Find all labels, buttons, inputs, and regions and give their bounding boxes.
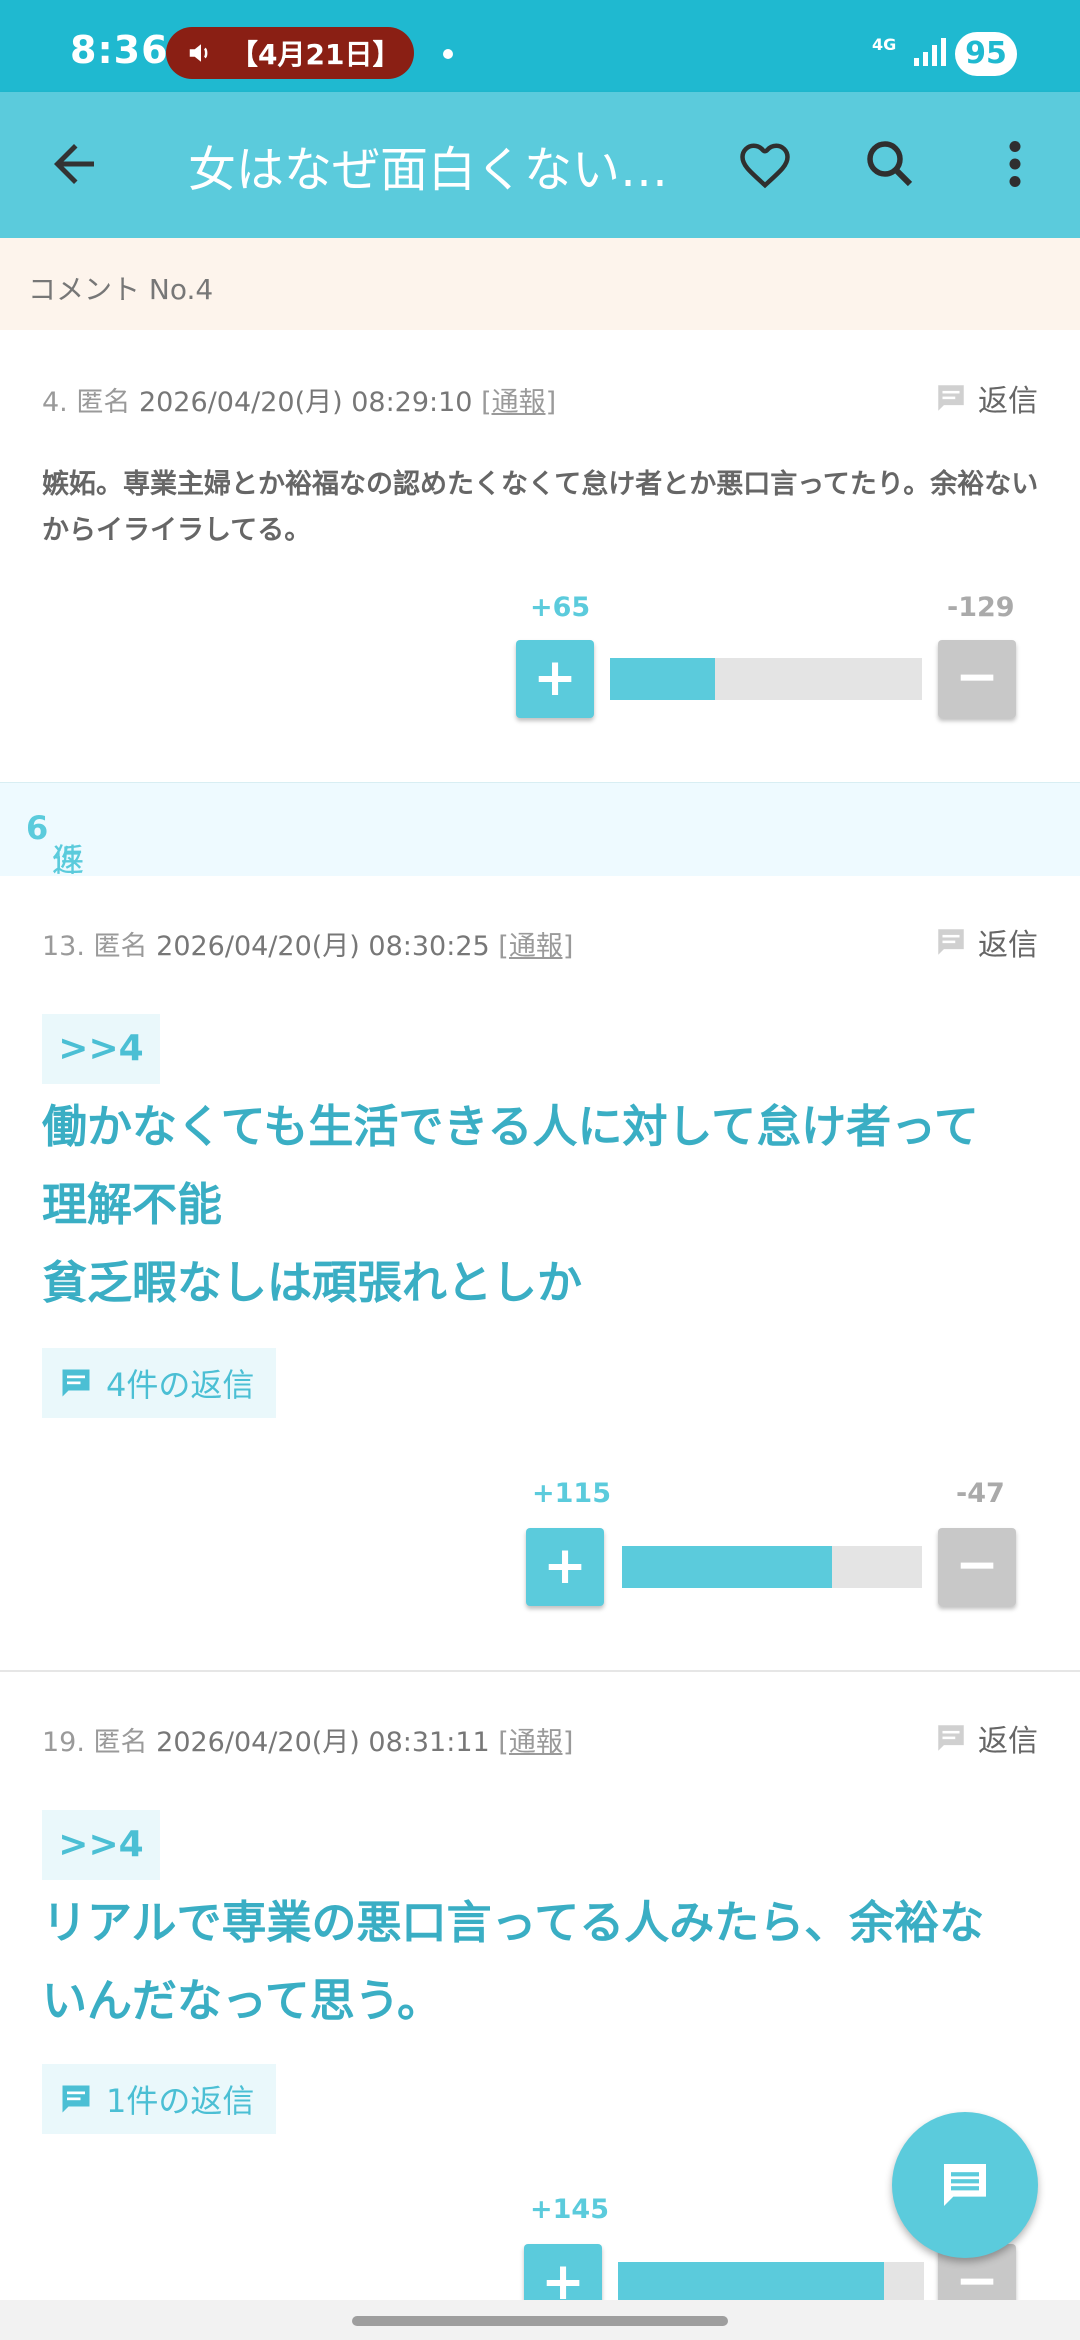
report-link[interactable]: [通報] <box>498 931 573 962</box>
app-bar: 女はなぜ面白くない… <box>0 92 1080 238</box>
comment-icon <box>62 2085 90 2113</box>
vote-ratio-bar <box>618 2262 924 2304</box>
heart-icon[interactable] <box>735 134 795 194</box>
home-handle[interactable] <box>352 2316 728 2326</box>
network-type: 4G <box>872 35 897 54</box>
comment-icon <box>944 2164 986 2206</box>
vote-ratio-bar <box>622 1546 922 1588</box>
comment-text: 嫉妬。専業主婦とか裕福なの認めたくなくて怠け者とか悪口言ってたり。余裕ないからイ… <box>42 469 1039 546</box>
reply-text: 働かなくても生活できる人に対して怠け者って 理解不能 貧乏暇なしは頑張れとしか <box>42 1088 1052 1322</box>
replies-header-text: 返信 6 件 <box>26 809 84 925</box>
reply-author: 匿名 <box>93 931 148 962</box>
reply-text-line: 貧乏暇なしは頑張れとしか <box>42 1256 583 1309</box>
vote-ratio-fill <box>610 658 715 700</box>
replies-count: 6 <box>26 809 49 847</box>
back-arrow-icon[interactable] <box>44 134 104 194</box>
report-link[interactable]: [通報] <box>481 387 556 418</box>
signal-icon <box>914 38 946 66</box>
minus-vote-button[interactable]: − <box>938 1528 1016 1606</box>
reply-datetime: 2026/04/20(月) 08:31:11 <box>156 1727 490 1758</box>
reply-number: 13. <box>42 931 85 962</box>
replies-unit: 件 <box>52 841 85 879</box>
reply-text-line: リアルで専業の悪口言ってる人みたら、余裕な <box>42 1896 985 1949</box>
reply-button-label: 返信 <box>978 1724 1038 1759</box>
speaker-icon <box>189 44 208 62</box>
reply-text-line: いんだなって思う。 <box>42 1974 443 2027</box>
pill-text: 【4月21日】 <box>230 38 401 71</box>
reply-button[interactable]: 返信 <box>934 1716 1038 1760</box>
minus-vote-button[interactable]: − <box>938 640 1016 718</box>
vote-ratio-fill <box>618 2262 885 2304</box>
reply-count-label: 1件の返信 <box>106 2082 255 2120</box>
reply-button-label: 返信 <box>978 384 1038 419</box>
comment-icon <box>62 1369 90 1397</box>
search-icon[interactable] <box>860 134 920 194</box>
reply-button[interactable]: 返信 <box>934 376 1038 420</box>
reply-count-button[interactable]: 4件の返信 <box>42 1348 277 1418</box>
comment-header: コメント No.4 <box>0 238 1080 330</box>
status-bar: 8:36 【4月21日】 4G 95 <box>0 0 1080 92</box>
comment-meta: 4. 匿名 2026/04/20(月) 08:29:10 [通報] <box>42 380 556 419</box>
comment-fab[interactable] <box>892 2112 1038 2258</box>
reply-meta: 19. 匿名 2026/04/20(月) 08:31:11 [通報] <box>42 1720 573 1759</box>
report-link[interactable]: [通報] <box>498 1727 573 1758</box>
media-pill[interactable]: 【4月21日】 <box>166 27 414 79</box>
more-vert-icon[interactable] <box>990 134 1040 194</box>
vote-ratio-fill <box>622 1546 832 1588</box>
anchor-link[interactable]: >>4 <box>42 1014 160 1084</box>
reply-datetime: 2026/04/20(月) 08:30:25 <box>156 931 490 962</box>
comment-author: 匿名 <box>76 387 131 418</box>
reply-button[interactable]: 返信 <box>934 920 1038 964</box>
plus-vote-button[interactable]: + <box>526 1528 604 1606</box>
reply-button-label: 返信 <box>978 928 1038 963</box>
comment-header-label: コメント No.4 <box>28 273 214 306</box>
status-time: 8:36 <box>70 28 169 72</box>
reply-card: 13. 匿名 2026/04/20(月) 08:30:25 [通報] 返信 >>… <box>0 876 1080 1670</box>
comment-icon <box>938 385 964 411</box>
replies-header: 返信 6 件 <box>0 782 1080 925</box>
comment-datetime: 2026/04/20(月) 08:29:10 <box>138 387 473 418</box>
plus-vote-button[interactable]: + <box>516 640 594 718</box>
notification-dot <box>443 49 453 59</box>
anchor-link[interactable]: >>4 <box>42 1810 160 1880</box>
plus-count: +65 <box>530 592 591 623</box>
reply-meta: 13. 匿名 2026/04/20(月) 08:30:25 [通報] <box>42 924 573 963</box>
plus-count: +145 <box>530 2194 609 2225</box>
main-comment-card: 4. 匿名 2026/04/20(月) 08:29:10 [通報] 返信 嫉妬。… <box>0 330 1080 782</box>
comment-icon <box>938 1725 964 1751</box>
comment-number: 4. <box>42 387 68 418</box>
reply-count-button[interactable]: 1件の返信 <box>42 2064 277 2134</box>
page-title: 女はなぜ面白くない… <box>188 142 669 198</box>
reply-count-label: 4件の返信 <box>106 1366 255 1404</box>
reply-text-line: 働かなくても生活できる人に対して怠け者って <box>42 1100 979 1153</box>
minus-count: -129 <box>947 592 1015 623</box>
vote-ratio-bar <box>610 658 922 700</box>
system-nav-bar <box>0 2300 1080 2340</box>
plus-count: +115 <box>532 1478 611 1509</box>
battery-level: 95 <box>955 32 1017 76</box>
minus-count: -47 <box>956 1478 1005 1509</box>
reply-author: 匿名 <box>93 1727 148 1758</box>
reply-text: リアルで専業の悪口言ってる人みたら、余裕な いんだなって思う。 <box>42 1884 1052 2040</box>
reply-text-line: 理解不能 <box>42 1178 223 1231</box>
comment-icon <box>938 929 964 955</box>
reply-number: 19. <box>42 1727 85 1758</box>
